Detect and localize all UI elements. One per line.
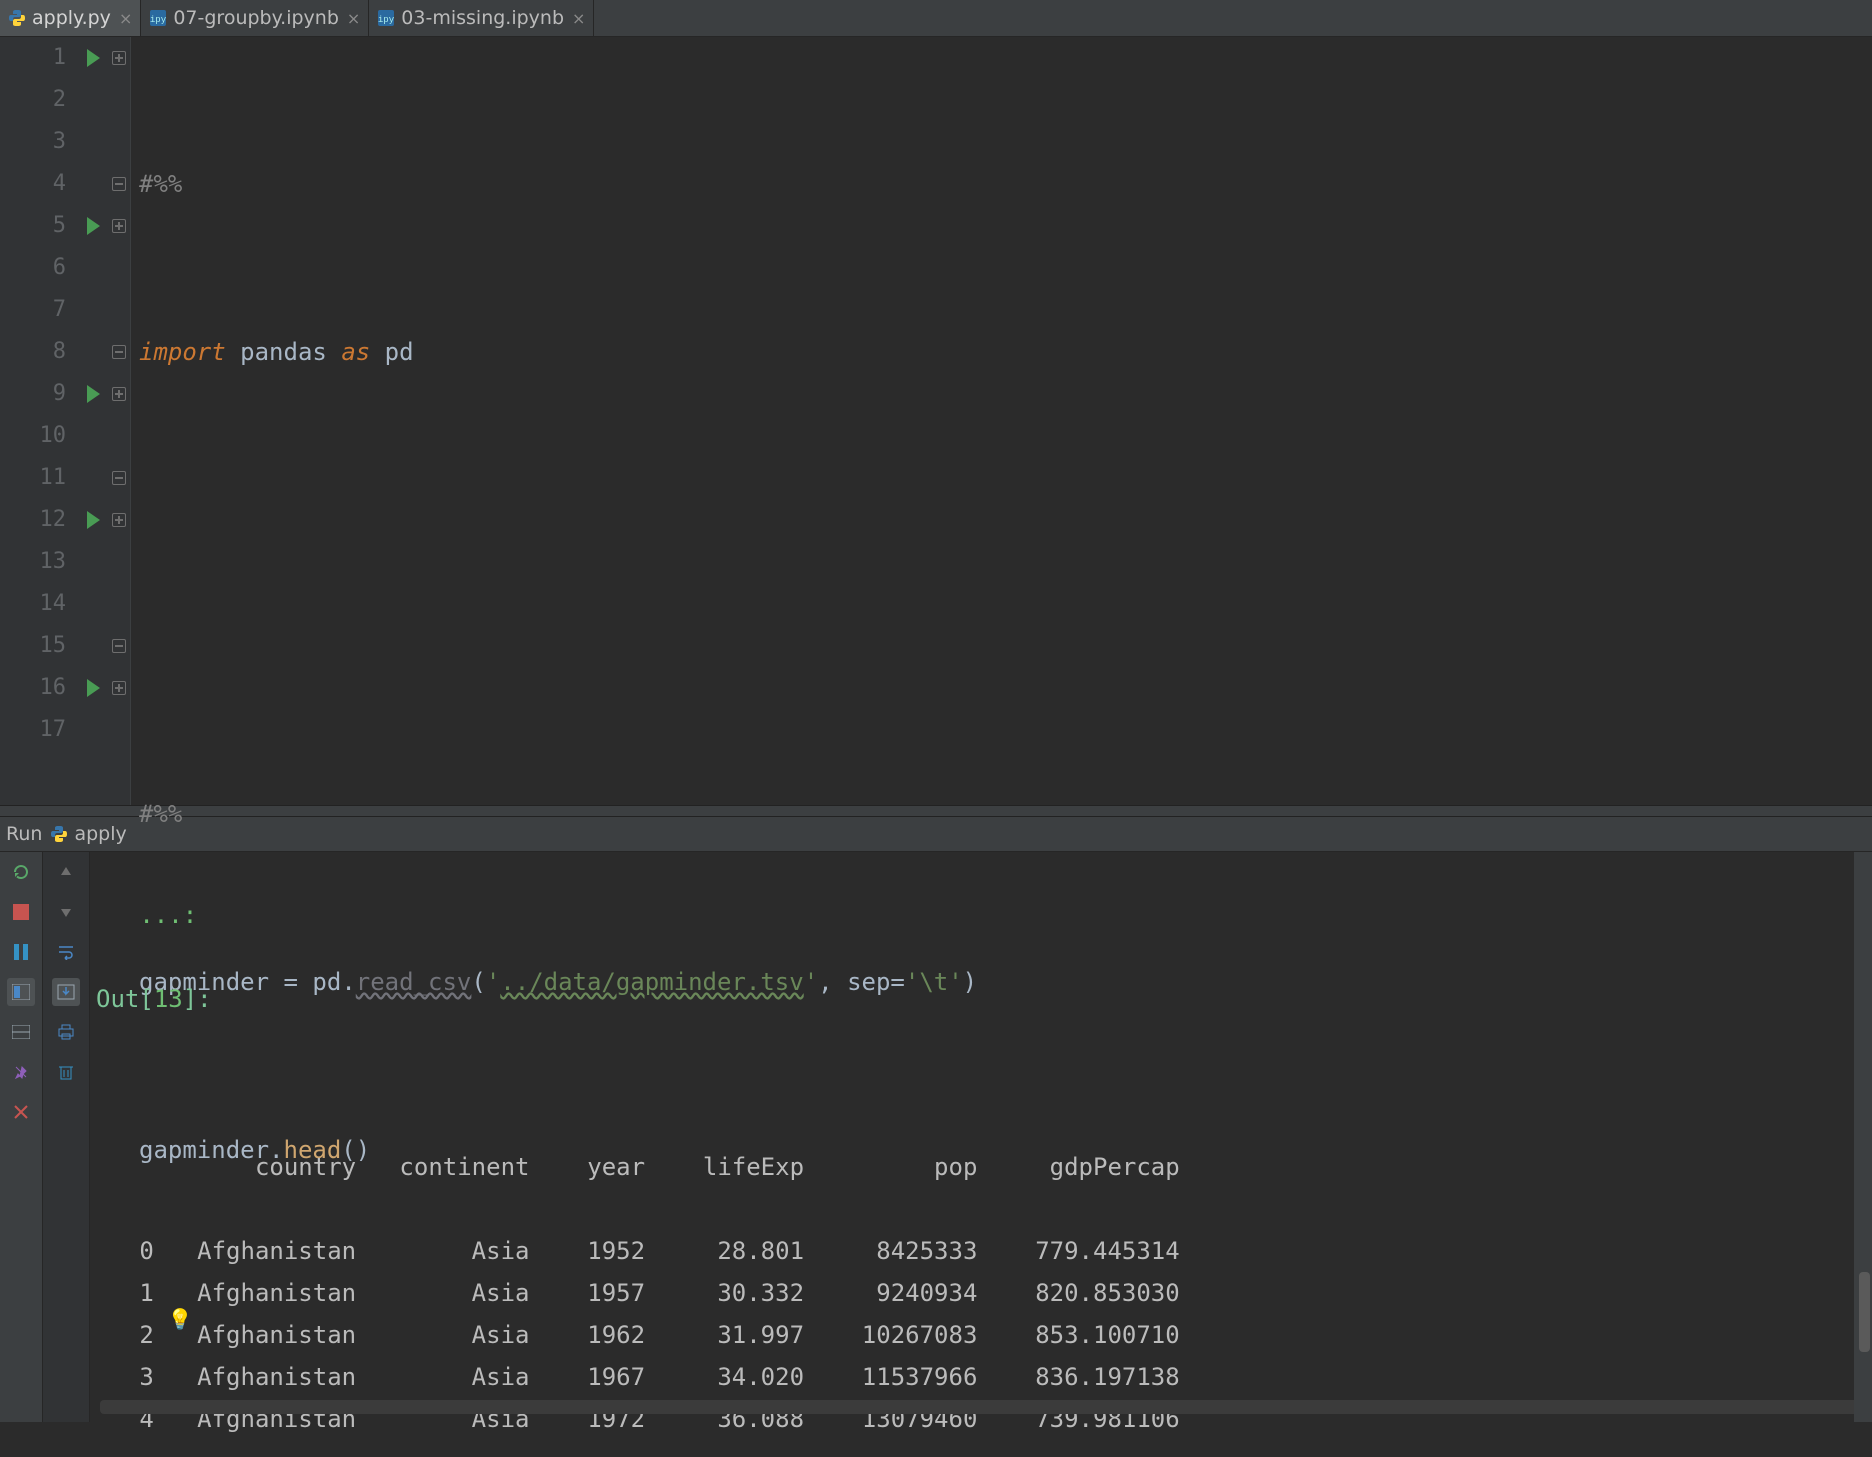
show-variables-icon[interactable] xyxy=(7,978,35,1006)
line-number-gutter: 1234567891011121314151617 xyxy=(0,37,78,805)
run-toolbar-secondary xyxy=(43,852,90,1422)
jupyter-file-icon: ipy xyxy=(149,9,167,27)
pin-icon[interactable] xyxy=(7,1058,35,1086)
console-output[interactable]: ...: Out[13]: country continent year lif… xyxy=(90,852,1872,1422)
svg-text:ipy: ipy xyxy=(378,15,395,25)
tab-07-groupby[interactable]: ipy 07-groupby.ipynb × xyxy=(141,0,369,36)
console-horizontal-scrollbar[interactable] xyxy=(100,1400,1862,1414)
stop-icon[interactable] xyxy=(7,898,35,926)
fold-handle-icon[interactable] xyxy=(112,51,126,65)
fold-gutter xyxy=(108,37,131,805)
console-vertical-scrollbar[interactable] xyxy=(1854,852,1872,1422)
code-line[interactable] xyxy=(131,625,1872,667)
table-row: 3 Afghanistan Asia 1967 34.020 11537966 … xyxy=(96,1356,1872,1398)
scroll-up-icon[interactable] xyxy=(52,858,80,886)
run-toolbar-primary xyxy=(0,852,43,1422)
tab-03-missing[interactable]: ipy 03-missing.ipynb × xyxy=(369,0,594,36)
fold-handle-icon[interactable] xyxy=(112,177,126,191)
close-panel-icon[interactable] xyxy=(7,1098,35,1126)
print-icon[interactable] xyxy=(52,1018,80,1046)
run-cell-icon[interactable] xyxy=(87,511,100,529)
run-cell-gutter xyxy=(78,37,108,805)
fold-handle-icon[interactable] xyxy=(112,219,126,233)
run-cell-icon[interactable] xyxy=(87,679,100,697)
table-row: 0 Afghanistan Asia 1952 28.801 8425333 7… xyxy=(96,1230,1872,1272)
table-row: 1 Afghanistan Asia 1957 30.332 9240934 8… xyxy=(96,1272,1872,1314)
run-cell-icon[interactable] xyxy=(87,385,100,403)
pause-icon[interactable] xyxy=(7,938,35,966)
scroll-to-end-icon[interactable] xyxy=(52,978,80,1006)
fold-handle-icon[interactable] xyxy=(112,387,126,401)
tab-label: apply.py xyxy=(32,7,111,29)
code-line[interactable]: import pandas as pd xyxy=(131,331,1872,373)
close-icon[interactable]: × xyxy=(119,9,132,28)
table-row: 2 Afghanistan Asia 1962 31.997 10267083 … xyxy=(96,1314,1872,1356)
jupyter-file-icon: ipy xyxy=(377,9,395,27)
fold-handle-icon[interactable] xyxy=(112,345,126,359)
soft-wrap-icon[interactable] xyxy=(52,938,80,966)
close-icon[interactable]: × xyxy=(347,9,360,28)
run-config-name: apply xyxy=(74,823,126,845)
tab-label: 07-groupby.ipynb xyxy=(173,7,339,29)
python-icon xyxy=(50,825,68,843)
run-cell-icon[interactable] xyxy=(87,217,100,235)
editor-tab-bar: apply.py × ipy 07-groupby.ipynb × ipy 03… xyxy=(0,0,1872,37)
code-editor[interactable]: 1234567891011121314151617 #%% import pan… xyxy=(0,37,1872,805)
code-line[interactable]: #%% xyxy=(131,163,1872,205)
tab-label: 03-missing.ipynb xyxy=(401,7,564,29)
fold-handle-icon[interactable] xyxy=(112,639,126,653)
trash-icon[interactable] xyxy=(52,1058,80,1086)
fold-handle-icon[interactable] xyxy=(112,681,126,695)
svg-text:ipy: ipy xyxy=(150,15,167,25)
run-panel-body: ...: Out[13]: country continent year lif… xyxy=(0,852,1872,1422)
fold-handle-icon[interactable] xyxy=(112,513,126,527)
close-icon[interactable]: × xyxy=(572,9,585,28)
python-file-icon xyxy=(8,9,26,27)
scroll-down-icon[interactable] xyxy=(52,898,80,926)
code-area[interactable]: #%% import pandas as pd #%% gapminder = … xyxy=(131,37,1872,805)
run-panel-title: Run xyxy=(6,823,42,845)
tab-apply-py[interactable]: apply.py × xyxy=(0,0,141,36)
code-line[interactable] xyxy=(131,499,1872,541)
code-line[interactable]: #%% xyxy=(131,793,1872,835)
layout-icon[interactable] xyxy=(7,1018,35,1046)
fold-handle-icon[interactable] xyxy=(112,471,126,485)
run-cell-icon[interactable] xyxy=(87,49,100,67)
rerun-icon[interactable] xyxy=(7,858,35,886)
